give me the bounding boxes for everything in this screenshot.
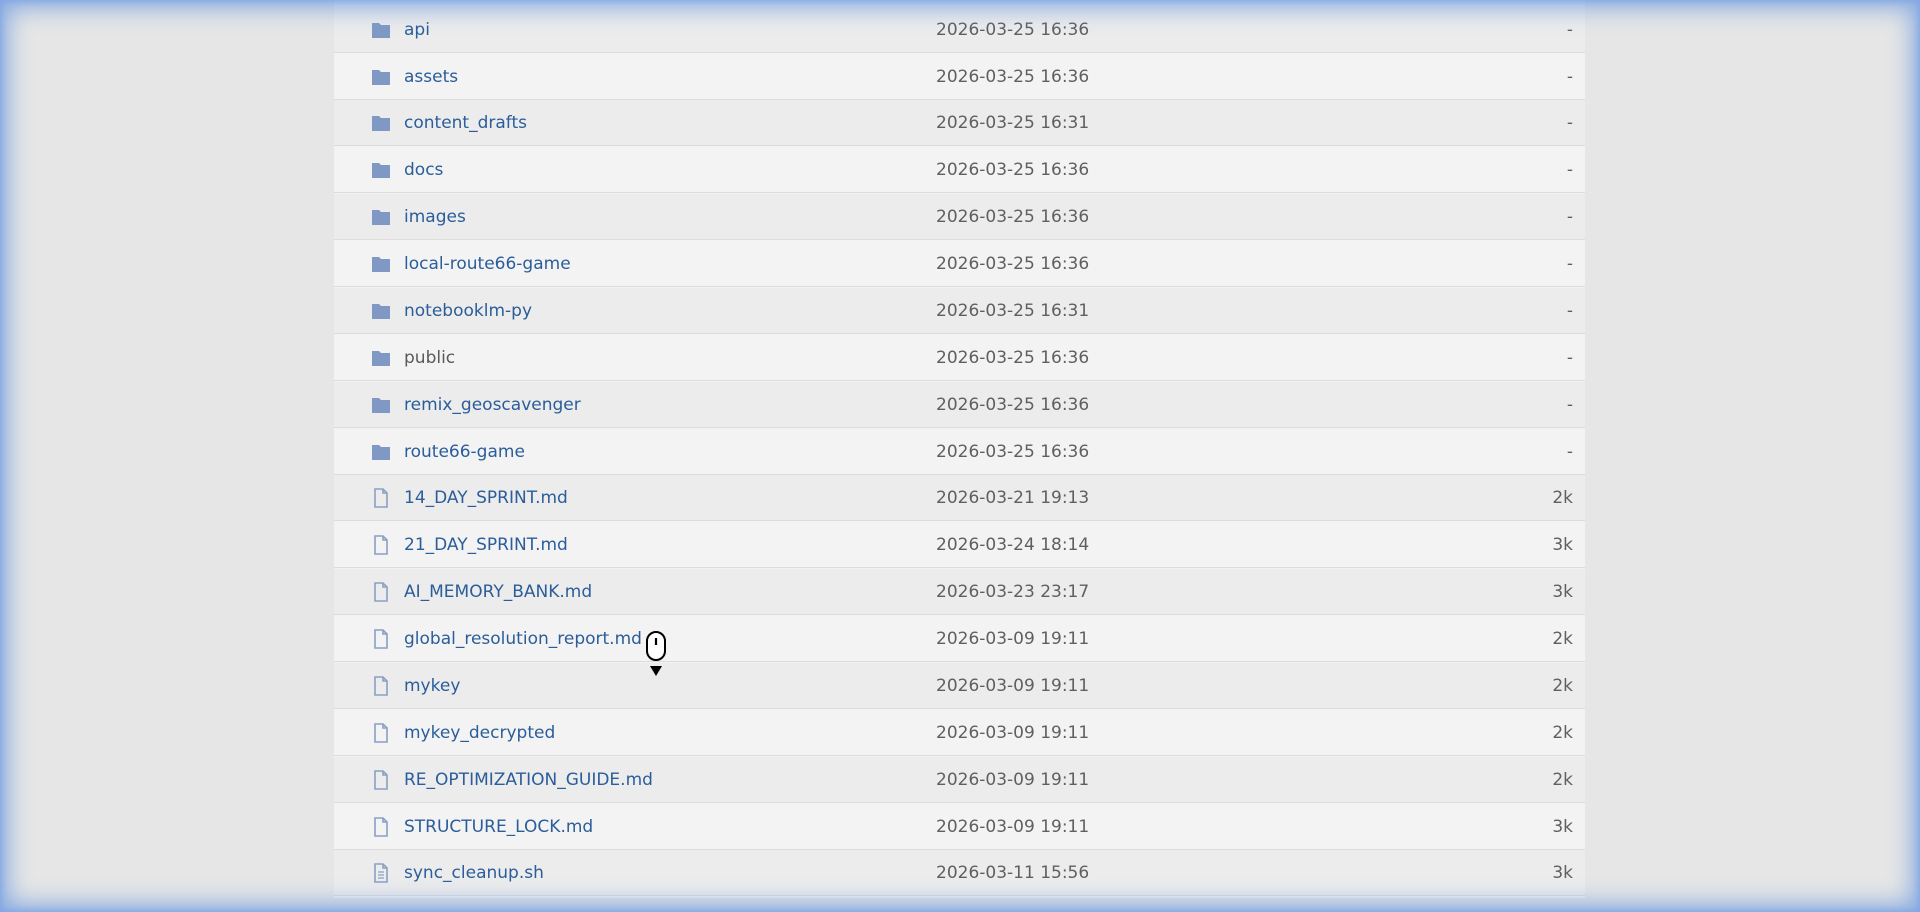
modified-date: 2026-03-11 15:56 (936, 863, 1090, 883)
folder-link[interactable]: images (404, 206, 466, 228)
modified-date: 2026-03-24 18:14 (936, 535, 1090, 555)
folder-row-local-route66-game[interactable]: local-route66-game 2026-03-25 16:36 - (334, 241, 1585, 287)
file-icon (374, 535, 388, 555)
modified-date: 2026-03-09 19:11 (936, 629, 1090, 649)
folder-icon (372, 398, 390, 413)
file-size: 3k (1552, 817, 1573, 837)
file-row-structure-lock[interactable]: STRUCTURE_LOCK.md 2026-03-09 19:11 3k (334, 804, 1585, 850)
folder-row-assets[interactable]: assets 2026-03-25 16:36 - (334, 54, 1585, 100)
file-row-mykey-decrypted[interactable]: mykey_decrypted 2026-03-09 19:11 2k (334, 710, 1585, 756)
folder-icon (372, 163, 390, 178)
folder-row-public[interactable]: public 2026-03-25 16:36 - (334, 335, 1585, 381)
folder-row-api[interactable]: api 2026-03-25 16:36 - (334, 7, 1585, 53)
modified-date: 2026-03-09 19:11 (936, 817, 1090, 837)
folder-link[interactable]: public (404, 347, 455, 369)
file-size: 3k (1552, 863, 1573, 883)
folder-row-docs[interactable]: docs 2026-03-25 16:36 - (334, 147, 1585, 193)
folder-link[interactable]: docs (404, 159, 443, 181)
file-size: - (1566, 67, 1573, 87)
modified-date: 2026-03-23 23:17 (936, 582, 1090, 602)
file-size: 3k (1552, 535, 1573, 555)
file-icon (374, 723, 388, 743)
modified-date: 2026-03-25 16:31 (936, 113, 1090, 133)
folder-link[interactable]: notebooklm-py (404, 300, 532, 322)
folder-link[interactable]: route66-game (404, 441, 525, 463)
file-row-re-optimization-guide[interactable]: RE_OPTIMIZATION_GUIDE.md 2026-03-09 19:1… (334, 757, 1585, 803)
file-icon (374, 488, 388, 508)
folder-row-content-drafts[interactable]: content_drafts 2026-03-25 16:31 - (334, 100, 1585, 146)
file-size: - (1566, 254, 1573, 274)
file-row-global-resolution-report[interactable]: global_resolution_report.md 2026-03-09 1… (334, 616, 1585, 662)
folder-link[interactable]: remix_geoscavenger (404, 394, 581, 416)
modified-date: 2026-03-25 16:36 (936, 20, 1090, 40)
folder-link[interactable]: assets (404, 66, 458, 88)
folder-row-route66-game[interactable]: route66-game 2026-03-25 16:36 - (334, 429, 1585, 475)
folder-icon (372, 257, 390, 272)
file-size: - (1566, 442, 1573, 462)
file-link[interactable]: STRUCTURE_LOCK.md (404, 816, 593, 838)
modified-date: 2026-03-25 16:36 (936, 348, 1090, 368)
file-size: 2k (1552, 488, 1573, 508)
file-row-mykey[interactable]: mykey 2026-03-09 19:11 2k (334, 663, 1585, 709)
scroll-mouse-cursor-icon (646, 631, 666, 676)
folder-icon (372, 210, 390, 225)
modified-date: 2026-03-25 16:36 (936, 67, 1090, 87)
file-icon (374, 629, 388, 649)
file-link[interactable]: mykey (404, 675, 460, 697)
file-link[interactable]: 21_DAY_SPRINT.md (404, 534, 568, 556)
modified-date: 2026-03-21 19:13 (936, 488, 1090, 508)
file-icon (374, 676, 388, 696)
file-size: - (1566, 113, 1573, 133)
modified-date: 2026-03-25 16:36 (936, 442, 1090, 462)
file-link[interactable]: AI_MEMORY_BANK.md (404, 581, 592, 603)
file-icon (374, 817, 388, 837)
modified-date: 2026-03-09 19:11 (936, 676, 1090, 696)
file-size: 3k (1552, 582, 1573, 602)
file-link[interactable]: mykey_decrypted (404, 722, 555, 744)
modified-date: 2026-03-09 19:11 (936, 770, 1090, 790)
modified-date: 2026-03-25 16:31 (936, 301, 1090, 321)
folder-icon (372, 445, 390, 460)
file-size: - (1566, 20, 1573, 40)
file-size: 2k (1552, 770, 1573, 790)
file-size: - (1566, 160, 1573, 180)
folder-row-images[interactable]: images 2026-03-25 16:36 - (334, 194, 1585, 240)
folder-icon (372, 116, 390, 131)
folder-link[interactable]: local-route66-game (404, 253, 571, 275)
file-row-14-day-sprint[interactable]: 14_DAY_SPRINT.md 2026-03-21 19:13 2k (334, 475, 1585, 521)
modified-date: 2026-03-25 16:36 (936, 254, 1090, 274)
modified-date: 2026-03-25 16:36 (936, 207, 1090, 227)
file-size: 2k (1552, 723, 1573, 743)
folder-icon (372, 304, 390, 319)
folder-icon (372, 70, 390, 85)
file-link[interactable]: global_resolution_report.md (404, 628, 642, 650)
folder-link[interactable]: api (404, 19, 430, 41)
file-row-sync-cleanup[interactable]: sync_cleanup.sh 2026-03-11 15:56 3k (334, 850, 1585, 896)
file-size: - (1566, 348, 1573, 368)
modified-date: 2026-03-09 19:11 (936, 723, 1090, 743)
file-icon (374, 770, 388, 790)
folder-link[interactable]: content_drafts (404, 112, 527, 134)
folder-icon (372, 351, 390, 366)
file-size: 2k (1552, 676, 1573, 696)
file-size: 2k (1552, 629, 1573, 649)
modified-date: 2026-03-25 16:36 (936, 395, 1090, 415)
folder-row-remix-geoscavenger[interactable]: remix_geoscavenger 2026-03-25 16:36 - (334, 382, 1585, 428)
file-row-21-day-sprint[interactable]: 21_DAY_SPRINT.md 2026-03-24 18:14 3k (334, 522, 1585, 568)
folder-row-notebooklm-py[interactable]: notebooklm-py 2026-03-25 16:31 - (334, 288, 1585, 334)
modified-date: 2026-03-25 16:36 (936, 160, 1090, 180)
file-link[interactable]: RE_OPTIMIZATION_GUIDE.md (404, 769, 653, 791)
directory-listing: api 2026-03-25 16:36 - assets 2026-03-25… (334, 0, 1585, 898)
file-link[interactable]: sync_cleanup.sh (404, 862, 544, 884)
file-size: - (1566, 207, 1573, 227)
file-link[interactable]: 14_DAY_SPRINT.md (404, 487, 568, 509)
file-row-ai-memory-bank[interactable]: AI_MEMORY_BANK.md 2026-03-23 23:17 3k (334, 569, 1585, 615)
file-size: - (1566, 395, 1573, 415)
file-size: - (1566, 301, 1573, 321)
folder-icon (372, 23, 390, 38)
file-icon (374, 582, 388, 602)
script-file-icon (374, 863, 388, 883)
